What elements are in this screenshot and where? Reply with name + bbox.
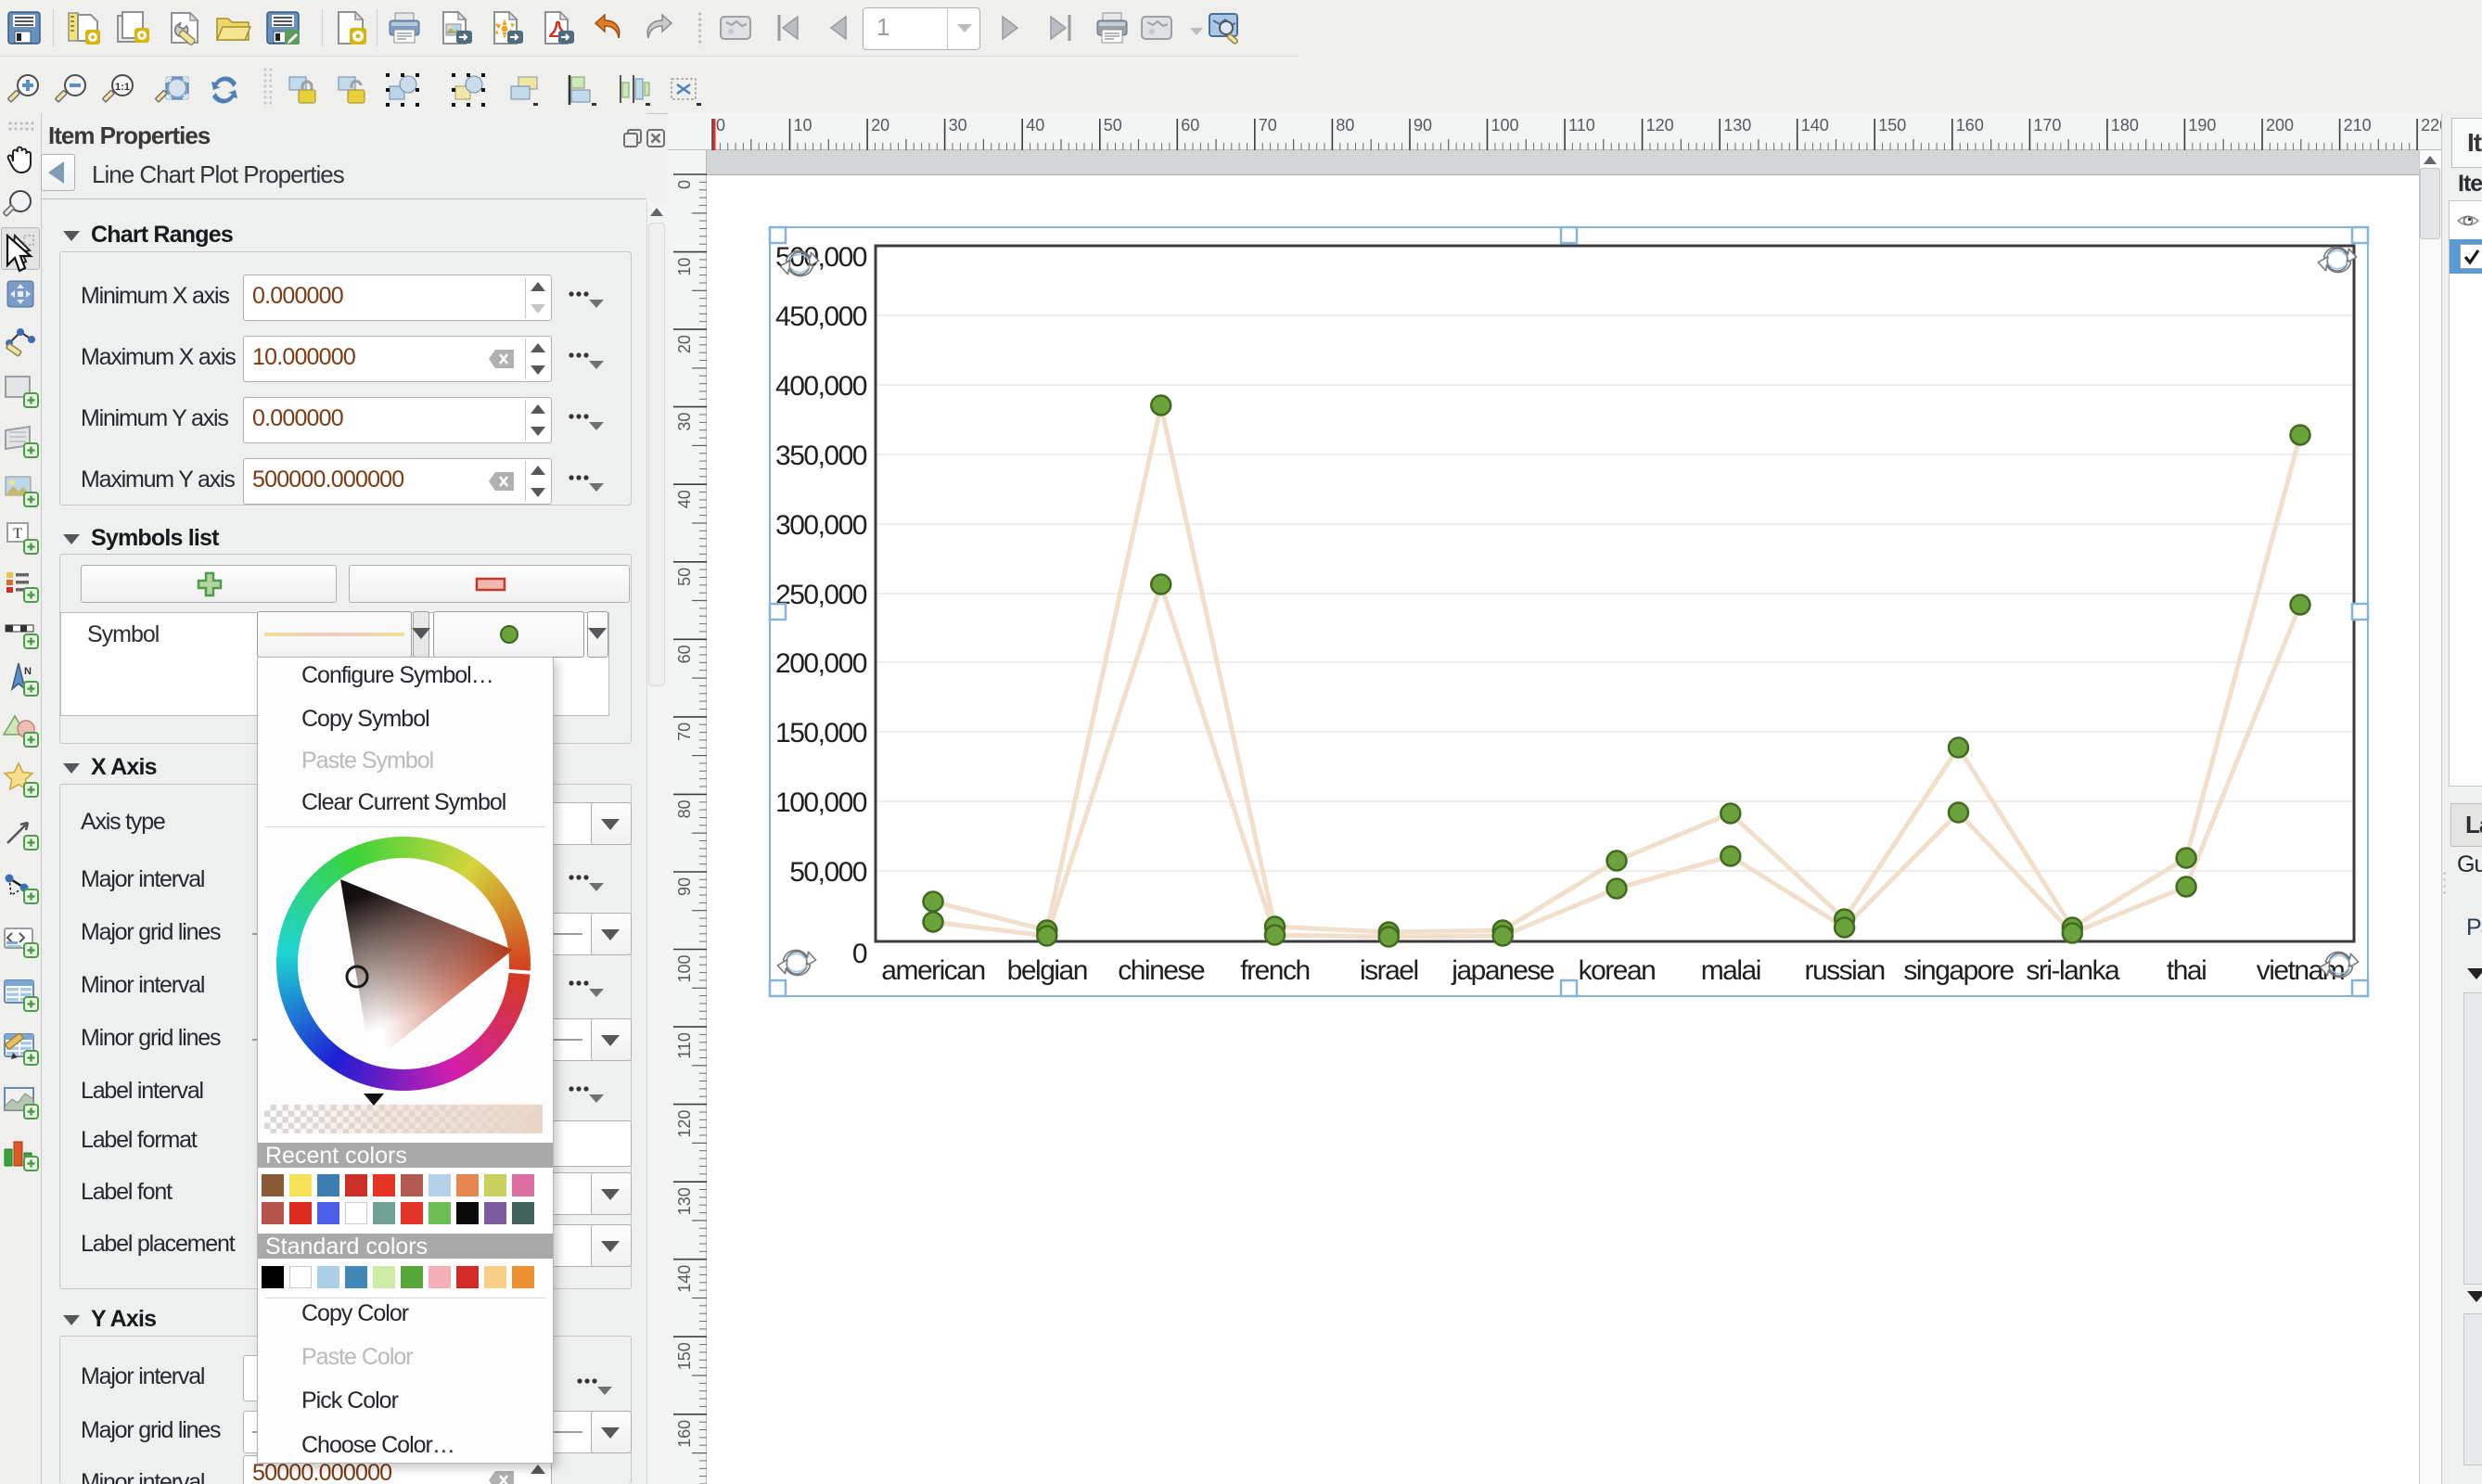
svg-text:30: 30 xyxy=(675,413,694,431)
svg-text:110: 110 xyxy=(1568,116,1595,134)
svg-text:140: 140 xyxy=(675,1265,694,1293)
svg-text:malai: malai xyxy=(1701,955,1760,986)
svg-text:300,000: 300,000 xyxy=(775,510,867,541)
svg-text:100: 100 xyxy=(675,955,694,983)
svg-text:sri-lanka: sri-lanka xyxy=(2026,955,2120,986)
svg-text:1:1: 1:1 xyxy=(115,82,130,93)
svg-text:170: 170 xyxy=(2033,116,2061,134)
svg-text:80: 80 xyxy=(1336,116,1354,134)
svg-text:150,000: 150,000 xyxy=(775,718,867,748)
svg-text:israel: israel xyxy=(1360,955,1418,986)
svg-text:80: 80 xyxy=(675,800,694,818)
svg-text:chinese: chinese xyxy=(1118,955,1205,986)
svg-text:japanese: japanese xyxy=(1451,955,1554,986)
svg-text:20: 20 xyxy=(675,335,694,353)
svg-text:belgian: belgian xyxy=(1007,955,1087,986)
svg-text:350,000: 350,000 xyxy=(775,441,867,471)
svg-text:200: 200 xyxy=(2266,116,2294,134)
svg-text:0: 0 xyxy=(716,116,725,134)
svg-text:130: 130 xyxy=(1723,116,1751,134)
svg-text:american: american xyxy=(881,955,984,986)
svg-text:50,000: 50,000 xyxy=(789,857,867,888)
svg-text:russian: russian xyxy=(1804,955,1884,986)
svg-text:100: 100 xyxy=(1491,116,1519,134)
svg-text:120: 120 xyxy=(1646,116,1674,134)
svg-text:10: 10 xyxy=(675,258,694,276)
svg-text:150: 150 xyxy=(1878,116,1906,134)
svg-text:40: 40 xyxy=(675,490,694,508)
svg-text:30: 30 xyxy=(949,116,967,134)
svg-text:90: 90 xyxy=(1414,116,1432,134)
svg-text:200,000: 200,000 xyxy=(775,648,867,679)
svg-text:180: 180 xyxy=(2111,116,2139,134)
svg-text:thai: thai xyxy=(2167,955,2206,986)
svg-text:40: 40 xyxy=(1026,116,1044,134)
svg-text:150: 150 xyxy=(675,1342,694,1370)
svg-text:210: 210 xyxy=(2344,116,2372,134)
svg-text:french: french xyxy=(1240,955,1309,986)
svg-text:50: 50 xyxy=(675,568,694,586)
svg-text:20: 20 xyxy=(871,116,889,134)
svg-text:0: 0 xyxy=(852,939,867,969)
svg-text:T: T xyxy=(13,526,22,542)
svg-text:N: N xyxy=(24,666,32,677)
svg-text:450,000: 450,000 xyxy=(775,301,867,332)
svg-text:130: 130 xyxy=(675,1187,694,1215)
svg-text:120: 120 xyxy=(675,1110,694,1138)
svg-text:110: 110 xyxy=(675,1032,694,1059)
svg-text:70: 70 xyxy=(675,723,694,741)
svg-text:50: 50 xyxy=(1104,116,1122,134)
svg-text:160: 160 xyxy=(675,1420,694,1448)
svg-text:60: 60 xyxy=(675,645,694,663)
svg-text:70: 70 xyxy=(1259,116,1277,134)
svg-text:10: 10 xyxy=(794,116,812,134)
svg-text:100,000: 100,000 xyxy=(775,787,867,818)
svg-text:190: 190 xyxy=(2188,116,2216,134)
svg-text:60: 60 xyxy=(1181,116,1199,134)
svg-text:singapore: singapore xyxy=(1903,955,2014,986)
svg-text:250,000: 250,000 xyxy=(775,580,867,610)
svg-text:korean: korean xyxy=(1579,955,1656,986)
svg-text:140: 140 xyxy=(1801,116,1829,134)
svg-text:160: 160 xyxy=(1956,116,1984,134)
svg-text:0: 0 xyxy=(675,180,694,189)
svg-text:90: 90 xyxy=(675,877,694,896)
svg-text:400,000: 400,000 xyxy=(775,371,867,402)
